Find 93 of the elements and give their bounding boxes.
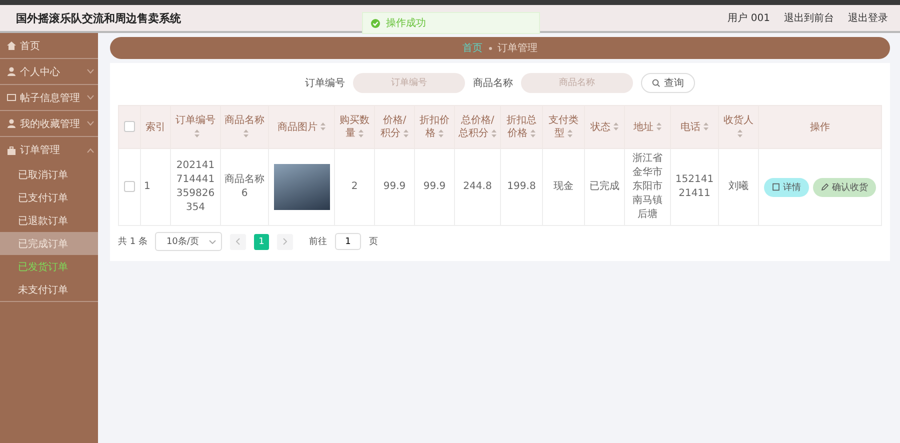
checkbox[interactable] [124,121,135,132]
table-cell: 99.9 [374,148,414,226]
column-header[interactable]: 购买数量 [334,106,374,148]
chevron-left-icon [236,238,240,245]
breadcrumb-link[interactable]: 首页 [462,41,482,55]
table-cell: 商品名称6 [220,148,268,226]
app-title: 国外摇滚乐队交流和周边售卖系统 [16,10,181,26]
column-header[interactable]: 收货人 [718,106,758,148]
chevron-icon [87,121,94,126]
menu-item[interactable]: 首页 [0,33,98,59]
page-suffix: 页 [368,236,378,248]
chevron-right-icon [282,238,287,245]
briefcase-icon [7,146,16,154]
sort-icon [194,128,200,138]
search-button[interactable]: 查询 [641,73,695,93]
sort-icon [736,128,742,138]
header-link[interactable]: 退出登录 [848,11,888,25]
sort-icon [242,128,248,138]
column-header[interactable]: 商品图片 [268,106,334,148]
submenu-item[interactable]: 已取消订单 [0,163,98,186]
table-cell: 15214121411 [670,148,718,226]
header-link[interactable]: 退出到前台 [784,11,834,25]
goto-label: 前往 [308,236,327,248]
column-header[interactable]: 状态 [584,106,624,148]
submenu-item[interactable]: 已支付订单 [0,186,98,209]
user-name: 用户 001 [728,12,770,25]
prev-page-button[interactable] [230,234,246,250]
table-cell: 刘曦 [718,148,758,226]
chevron-down-icon [208,240,216,244]
page-input[interactable]: 1 [334,233,361,250]
search-icon [652,79,660,87]
submenu-item[interactable]: 已完成订单 [0,232,98,255]
search-field[interactable]: 商品名称 [521,73,633,93]
confirm-button[interactable]: 确认收货 [813,178,876,196]
toast-message: 操作成功 [371,16,426,30]
menu-item[interactable]: 订单管理 [0,137,98,163]
sort-icon [702,122,708,132]
column-header[interactable]: 折扣价格 [414,106,454,148]
breadcrumb-text: 订单管理 [498,42,538,55]
menu-item[interactable]: 帖子信息管理 [0,85,98,111]
search-field[interactable]: 订单编号 [353,73,465,93]
detail-button[interactable]: 详情 [764,178,809,196]
column-header[interactable]: 价格/积分 [374,106,414,148]
field-label: 商品名称 [473,76,513,90]
table-cell: 已完成 [584,148,624,226]
column-header[interactable]: 总价格/总积分 [454,106,500,148]
chevron-icon [87,69,94,74]
chevron-icon [87,95,94,100]
next-page-button[interactable] [276,234,293,250]
menu-item[interactable]: 我的收藏管理 [0,111,98,137]
column-header[interactable]: 商品名称 [220,106,268,148]
table-cell: 现金 [542,148,584,226]
table-cell: 199.8 [500,148,542,226]
user-icon [7,119,16,128]
photo-placeholder [274,164,330,210]
sort-icon [490,128,496,138]
column-header[interactable]: 地址 [624,106,670,148]
sort-icon [612,122,618,132]
submenu-item[interactable]: 未支付订单 [0,278,98,301]
sort-icon [530,128,536,138]
column-header[interactable]: 折扣总价格 [500,106,542,148]
sort-icon [566,128,572,138]
sort-icon [438,128,444,138]
sort-icon [320,122,326,132]
page-number[interactable]: 1 [254,234,269,250]
check-circle-icon [371,18,380,28]
chevron-icon [87,148,94,152]
column-header: 索引 [140,106,170,148]
sort-icon [656,122,662,132]
table-cell: 99.9 [414,148,454,226]
column-header[interactable]: 支付类型 [542,106,584,148]
column-header[interactable]: 订单编号 [170,106,220,148]
total-count: 共 1 条 [118,236,148,248]
sort-icon [402,128,408,138]
submenu-item[interactable]: 已发货订单 [0,255,98,278]
table-cell: 202141714441359826354 [170,148,220,226]
table-cell: 浙江省金华市东阳市南马镇后塘 [624,148,670,226]
sort-icon [358,128,364,138]
column-header[interactable]: 电话 [670,106,718,148]
table-cell: 1 [140,148,170,226]
submenu-item[interactable]: 已退款订单 [0,209,98,232]
field-label: 订单编号 [305,76,345,90]
home-icon [7,41,16,50]
checkbox[interactable] [124,180,135,192]
menu-item[interactable]: 个人中心 [0,59,98,85]
picture-frame-icon [7,93,16,102]
table-cell: 2 [334,148,374,226]
pencil-icon [821,183,829,191]
document-icon [772,183,780,191]
user-icon [7,67,16,76]
table-cell: 244.8 [454,148,500,226]
page-size-select[interactable]: 10条/页 [155,232,222,251]
column-header: 操作 [758,106,882,148]
